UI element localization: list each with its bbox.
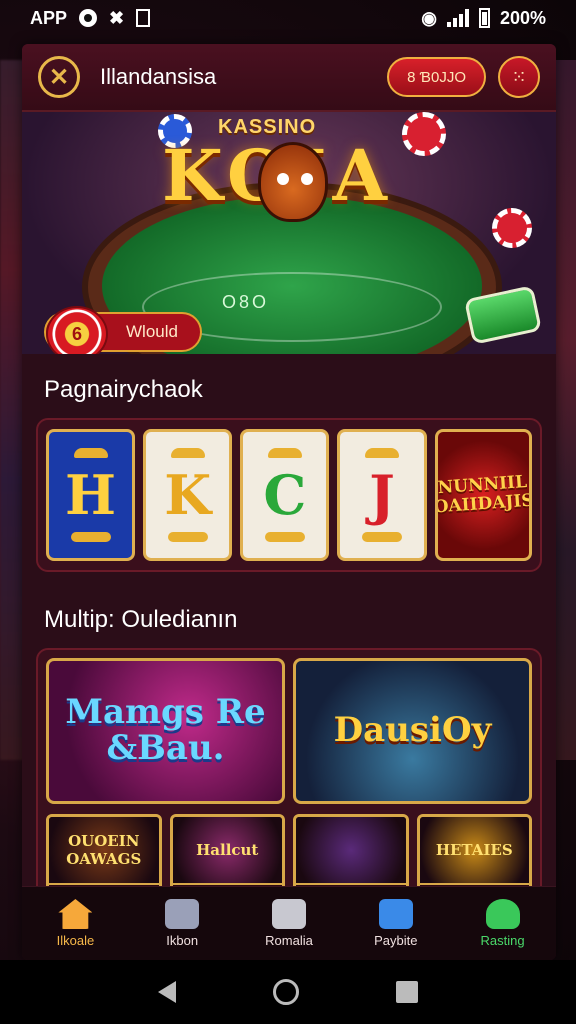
slots-section-title: Pagnairychaok [44, 376, 203, 403]
image-icon [136, 9, 151, 27]
slot-letter: C [263, 463, 307, 527]
game-card-art: OUOEIN OAWAGS [49, 817, 159, 883]
close-icon: ✕ [48, 63, 70, 91]
status-app-label: APP [30, 7, 68, 28]
slots-row: H K C J NUNNIIL OAIIDAJIS [36, 418, 542, 572]
chip-decoration [402, 112, 446, 156]
game-card-title: Mamgs Re &Bau. [65, 692, 266, 768]
home-circle-icon[interactable] [272, 979, 299, 1005]
game-card-art: Hallcut [172, 817, 282, 883]
slot-letter: H [65, 463, 117, 527]
crown-icon [267, 448, 302, 458]
slot-letter: K [164, 463, 212, 527]
battery-text: 200% [499, 7, 546, 28]
nav-item-message[interactable]: Paybite [342, 887, 449, 960]
nav-label: Ikbon [166, 933, 199, 948]
hero-badge-button[interactable]: 6 Wlould [44, 306, 202, 354]
slot-tile[interactable]: C [240, 429, 330, 561]
slot-tile[interactable]: H [46, 429, 136, 561]
nav-label: Rasting [480, 933, 525, 948]
nav-item-chat[interactable]: Ikbon [129, 887, 236, 960]
slot-tile-feature[interactable]: NUNNIIL OAIIDAJIS [434, 429, 533, 561]
home-icon [58, 899, 93, 929]
app-bar: ✕ Illandansisa 8 Ɓ0JJO ⁙ [22, 44, 556, 112]
battery-icon [478, 8, 490, 28]
close-button[interactable]: ✕ [38, 56, 80, 98]
promo-button[interactable]: 8 Ɓ0JJO [387, 57, 486, 97]
signal-icon [446, 9, 469, 27]
game-card-featured[interactable]: Mamgs Re &Bau. [46, 658, 285, 804]
system-nav-bar [0, 960, 576, 1024]
menu-button[interactable]: ⁙ [498, 56, 540, 98]
game-card-title: DausiOy [333, 710, 492, 751]
notification-icon [79, 9, 98, 27]
slot-tile[interactable]: K [143, 429, 233, 561]
dots-icon: ⁙ [511, 66, 527, 87]
app-panel: ✕ Illandansisa 8 Ɓ0JJO ⁙ O8O KOIA KASSIN… [22, 44, 556, 960]
back-icon[interactable] [158, 981, 177, 1003]
chip-decoration [492, 208, 532, 248]
chat-icon [165, 899, 200, 929]
featured-games-row: Mamgs Re &Bau. DausiOy [46, 658, 532, 804]
tools-icon: ✖ [109, 7, 125, 28]
crown-icon [364, 448, 399, 458]
nav-label: Romalia [265, 933, 313, 948]
crown-icon [73, 448, 108, 458]
slot-feature-title: NUNNIIL OAIIDAJIS [434, 472, 533, 518]
nav-item-table[interactable]: Romalia [236, 887, 343, 960]
nav-label: Paybite [374, 933, 418, 948]
ornament-icon [70, 532, 111, 542]
recents-icon[interactable] [395, 981, 418, 1003]
multi-section-title: Multip: Ouledianın [44, 606, 238, 633]
felt-text: O8O [222, 292, 270, 312]
ornament-icon [167, 532, 208, 542]
slot-tile[interactable]: J [337, 429, 427, 561]
nav-item-home[interactable]: Ilkoale [22, 887, 129, 960]
hero-banner[interactable]: O8O KOIA KASSINO 6 Wlould [22, 112, 556, 354]
bottom-nav: Ilkoale Ikbon Romalia Paybite Rasting [22, 886, 556, 960]
ornament-icon [264, 532, 305, 542]
slot-letter: J [369, 463, 395, 527]
game-card-art [296, 817, 406, 883]
crown-icon [170, 448, 205, 458]
multiplayer-box: Mamgs Re &Bau. DausiOy OUOEIN OAWAGS2050… [36, 648, 542, 912]
chip-icon: 6 [46, 306, 108, 354]
nav-item-profile[interactable]: Rasting [449, 887, 556, 960]
table-icon [271, 899, 306, 929]
status-bar: APP ✖ ◉ 200% [0, 0, 576, 36]
ornament-icon [361, 532, 402, 542]
profile-icon [485, 899, 520, 929]
nav-label: Ilkoale [56, 933, 95, 948]
game-card-art: HETAIES [419, 817, 529, 883]
game-card-featured[interactable]: DausiOy [293, 658, 532, 804]
hotspot-icon: ◉ [421, 7, 437, 28]
mascot-icon [258, 142, 328, 222]
hero-brand: KASSINO [218, 116, 317, 138]
screen: APP ✖ ◉ 200% ✕ Illandansisa 8 Ɓ0JJO ⁙ O8… [0, 0, 576, 1024]
message-icon [378, 899, 413, 929]
hero-badge-label: Wlould [126, 322, 178, 341]
app-title: Illandansisa [100, 64, 217, 89]
